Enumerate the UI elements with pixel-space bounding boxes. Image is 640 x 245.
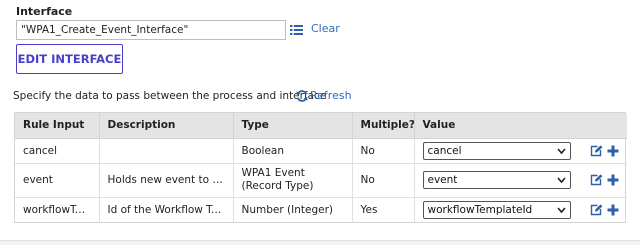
table-row: workflowTe... Id of the Workflow Temp...… xyxy=(15,197,627,223)
type-cell: WPA1 Event (Record Type) xyxy=(233,163,353,198)
chevron-down-icon xyxy=(556,177,566,184)
column-header-multiple: Multiple? xyxy=(352,113,415,139)
chevron-down-icon xyxy=(556,207,566,214)
column-header-description: Description xyxy=(99,113,234,139)
value-select-text: workflowTemplateId xyxy=(427,204,533,217)
interface-expression-input[interactable] xyxy=(16,20,286,40)
add-icon[interactable] xyxy=(607,145,619,157)
description-cell: Id of the Workflow Temp... xyxy=(99,197,234,223)
column-header-value: Value xyxy=(414,113,627,139)
refresh-icon[interactable] xyxy=(296,90,308,102)
edit-icon[interactable] xyxy=(590,174,603,186)
interface-label: Interface xyxy=(16,5,73,18)
type-cell: Boolean xyxy=(233,138,353,164)
type-cell: Number (Integer) xyxy=(233,197,353,223)
multiple-cell: No xyxy=(352,163,415,198)
add-icon[interactable] xyxy=(607,204,619,216)
value-select[interactable]: workflowTemplateId xyxy=(422,201,571,220)
add-icon[interactable] xyxy=(607,174,619,186)
edit-icon[interactable] xyxy=(590,204,603,216)
column-header-type: Type xyxy=(233,113,353,139)
value-cell: cancel xyxy=(414,138,627,164)
value-cell: workflowTemplateId xyxy=(414,197,627,223)
chevron-down-icon xyxy=(556,147,566,154)
rule-input-cell: cancel xyxy=(15,138,100,164)
value-select[interactable]: cancel xyxy=(422,141,571,160)
value-select-text: event xyxy=(427,174,458,186)
table-row: cancel Boolean No cancel xyxy=(15,138,627,164)
multiple-cell: No xyxy=(352,138,415,164)
refresh-link[interactable]: Refresh xyxy=(310,89,352,102)
rule-input-cell: event xyxy=(15,163,100,198)
panel-bottom-divider xyxy=(0,240,640,245)
column-header-rule-input: Rule Input xyxy=(15,113,100,139)
edit-icon[interactable] xyxy=(590,144,603,157)
rule-inputs-grid: Rule Input Description Type Multiple? Va… xyxy=(14,112,627,223)
value-cell: event xyxy=(414,163,627,198)
table-row: event Holds new event to be cr... WPA1 E… xyxy=(15,163,627,198)
process-interface-panel: Interface Clear EDIT INTERFACE Specify t… xyxy=(0,0,640,245)
clear-link[interactable]: Clear xyxy=(311,22,340,35)
description-cell: Holds new event to be cr... xyxy=(99,163,234,198)
list-icon[interactable] xyxy=(290,24,303,36)
rule-input-cell: workflowTe... xyxy=(15,197,100,223)
value-select[interactable]: event xyxy=(422,171,571,189)
value-select-text: cancel xyxy=(427,144,462,157)
instructions-text: Specify the data to pass between the pro… xyxy=(13,90,327,102)
multiple-cell: Yes xyxy=(352,197,415,223)
edit-interface-button[interactable]: EDIT INTERFACE xyxy=(16,44,123,74)
description-cell xyxy=(99,138,234,164)
